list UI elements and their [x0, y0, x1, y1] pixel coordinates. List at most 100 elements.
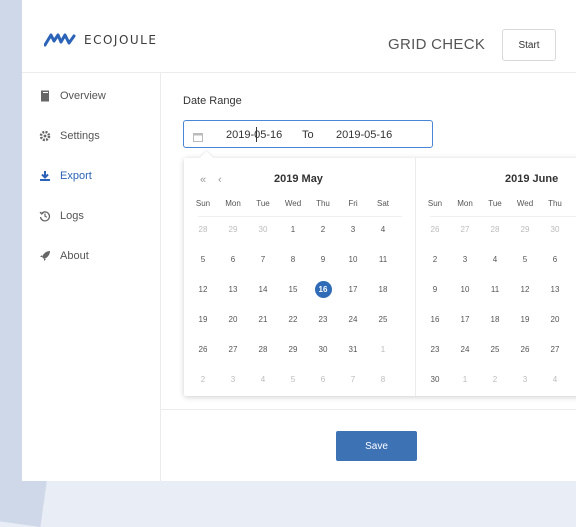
calendar-day[interactable]: 28 [480, 225, 510, 234]
date-range-picker[interactable]: 2019-05-16 To 2019-05-16 [183, 120, 433, 148]
logo-text: ECOJOULE [84, 33, 158, 47]
calendar-day[interactable]: 18 [368, 285, 398, 294]
calendar-panel-june: 2019 June Sun Mon Tue Wed Thu 26 27 28 29 30 2 3 4 5 6… [416, 158, 576, 396]
calendar-day[interactable]: 1 [368, 345, 398, 354]
calendar-day[interactable]: 5 [510, 255, 540, 264]
save-button[interactable]: Save [336, 431, 417, 461]
calendar-day[interactable]: 2 [188, 375, 218, 384]
calendar-day[interactable]: 9 [420, 285, 450, 294]
sidebar-item-overview[interactable]: Overview [38, 89, 106, 103]
calendar-day[interactable]: 29 [510, 225, 540, 234]
calendar-day[interactable]: 18 [480, 315, 510, 324]
calendar-day[interactable]: 24 [450, 345, 480, 354]
calendar-day[interactable]: 3 [338, 225, 368, 234]
calendar-day[interactable]: 1 [278, 225, 308, 234]
calendar-day[interactable]: 4 [368, 225, 398, 234]
calendar-day[interactable]: 27 [218, 345, 248, 354]
sidebar-item-export[interactable]: Export [38, 169, 92, 183]
calendar-day[interactable]: 15 [278, 285, 308, 294]
calendar-day[interactable]: 19 [188, 315, 218, 324]
calendar-day[interactable]: 12 [510, 285, 540, 294]
calendar-day[interactable]: 26 [188, 345, 218, 354]
page-title: GRID CHECK [388, 36, 486, 53]
calendar-day[interactable]: 8 [278, 255, 308, 264]
start-date-input[interactable]: 2019-05-16 [226, 129, 282, 141]
weekday-label: Wed [516, 199, 534, 208]
calendar-day[interactable]: 16 [420, 315, 450, 324]
calendar-day[interactable]: 4 [480, 255, 510, 264]
calendar-day[interactable]: 20 [218, 315, 248, 324]
weekday-label: Mon [225, 199, 241, 208]
calendar-day[interactable]: 26 [510, 345, 540, 354]
calendar-day[interactable]: 1 [450, 375, 480, 384]
calendar-day[interactable]: 5 [278, 375, 308, 384]
logo-icon [44, 33, 76, 47]
calendar-day[interactable]: 31 [338, 345, 368, 354]
calendar-day[interactable]: 2 [480, 375, 510, 384]
calendar-day[interactable]: 20 [540, 315, 570, 324]
calendar-day[interactable]: 28 [188, 225, 218, 234]
calendar-day[interactable]: 29 [218, 225, 248, 234]
calendar-day[interactable]: 3 [218, 375, 248, 384]
prev-month-button[interactable]: ‹ [218, 174, 222, 186]
sidebar-item-label: About [60, 250, 89, 262]
calendar-day[interactable]: 9 [308, 255, 338, 264]
calendar-day[interactable]: 17 [450, 315, 480, 324]
calendar-day[interactable]: 22 [278, 315, 308, 324]
weekday-label: Thu [548, 199, 562, 208]
calendar-day[interactable]: 26 [420, 225, 450, 234]
calendar-day[interactable]: 30 [308, 345, 338, 354]
month-title[interactable]: 2019 May [274, 173, 323, 185]
calendar-day[interactable]: 8 [368, 375, 398, 384]
sidebar-item-settings[interactable]: Settings [38, 129, 100, 143]
calendar-day[interactable]: 13 [218, 285, 248, 294]
calendar-day[interactable]: 14 [248, 285, 278, 294]
weekday-label: Thu [316, 199, 330, 208]
end-date-input[interactable]: 2019-05-16 [336, 129, 392, 141]
calendar-day[interactable]: 11 [368, 255, 398, 264]
weekday-label: Tue [488, 199, 502, 208]
calendar-day[interactable]: 17 [338, 285, 368, 294]
calendar-day[interactable]: 7 [248, 255, 278, 264]
weekday-label: Sat [376, 199, 389, 208]
calendar-day[interactable]: 12 [188, 285, 218, 294]
calendar-day[interactable]: 3 [450, 255, 480, 264]
calendar-day[interactable]: 10 [338, 255, 368, 264]
calendar-day[interactable]: 10 [450, 285, 480, 294]
calendar-day[interactable]: 5 [188, 255, 218, 264]
calendar-day[interactable]: 13 [540, 285, 570, 294]
calendar-day[interactable]: 23 [420, 345, 450, 354]
calendar-day[interactable]: 28 [248, 345, 278, 354]
file-icon [38, 89, 52, 103]
calendar-day[interactable]: 11 [480, 285, 510, 294]
calendar-day[interactable]: 2 [308, 225, 338, 234]
calendar-day[interactable]: 25 [368, 315, 398, 324]
sidebar-item-logs[interactable]: Logs [38, 209, 84, 223]
calendar-day[interactable]: 25 [480, 345, 510, 354]
prev-year-button[interactable]: « [200, 174, 206, 186]
calendar-day[interactable]: 4 [248, 375, 278, 384]
calendar-day[interactable]: 6 [218, 255, 248, 264]
calendar-day[interactable]: 30 [248, 225, 278, 234]
calendar-day[interactable]: 4 [540, 375, 570, 384]
calendar-day[interactable]: 3 [510, 375, 540, 384]
calendar-day[interactable]: 23 [308, 315, 338, 324]
calendar-day[interactable]: 27 [450, 225, 480, 234]
calendar-day[interactable]: 30 [420, 375, 450, 384]
month-title[interactable]: 2019 June [505, 173, 558, 185]
calendar-day[interactable]: 2 [420, 255, 450, 264]
weekday-label: Fri [348, 199, 358, 208]
start-button[interactable]: Start [502, 29, 556, 61]
calendar-day[interactable]: 30 [540, 225, 570, 234]
calendar-day[interactable]: 27 [540, 345, 570, 354]
calendar-day-selected[interactable]: 16 [308, 285, 338, 294]
sidebar-item-about[interactable]: About [38, 249, 89, 263]
calendar-day[interactable]: 21 [248, 315, 278, 324]
sidebar-item-label: Settings [60, 130, 100, 142]
calendar-day[interactable]: 6 [308, 375, 338, 384]
calendar-day[interactable]: 19 [510, 315, 540, 324]
calendar-day[interactable]: 7 [338, 375, 368, 384]
calendar-day[interactable]: 24 [338, 315, 368, 324]
calendar-day[interactable]: 29 [278, 345, 308, 354]
calendar-day[interactable]: 6 [540, 255, 570, 264]
